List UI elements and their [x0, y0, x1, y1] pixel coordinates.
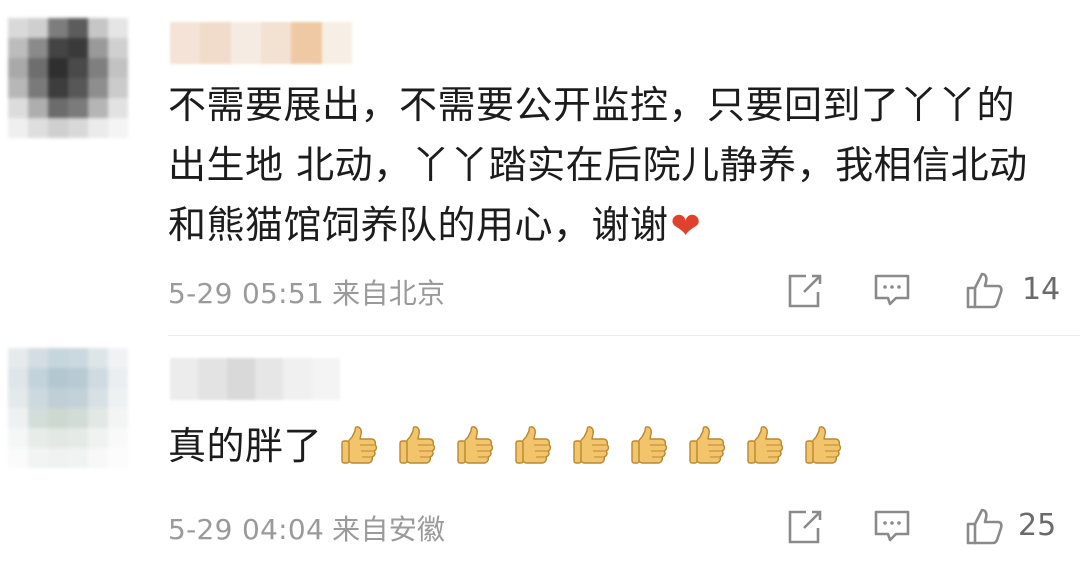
comment-body: 真的胖了 [168, 424, 323, 468]
comment-location: 来自北京 [332, 277, 446, 310]
comment-icon [874, 274, 910, 306]
like-button[interactable] [962, 268, 1006, 312]
thumbs-up-emoji-icon [744, 423, 786, 467]
thumbs-up-emoji-icon [396, 423, 438, 467]
like-count: 25 [1018, 508, 1057, 543]
share-button[interactable] [782, 504, 826, 548]
comment-text: 不需要展出，不需要公开监控，只要回到了丫丫的出生地 北动，丫丫踏实在后院儿静养，… [168, 75, 1048, 257]
thumbs-up-emoji-icon [802, 423, 844, 467]
comment-location: 来自安徽 [332, 513, 446, 546]
thumbs-up-emoji-icon [570, 423, 612, 467]
thumbs-up-emoji-icon [454, 423, 496, 467]
share-icon [788, 510, 822, 544]
username[interactable] [170, 22, 352, 64]
heart-emoji-icon: ❤ [670, 206, 702, 247]
avatar[interactable] [8, 18, 128, 138]
comment-item: 不需要展出，不需要公开监控，只要回到了丫丫的出生地 北动，丫丫踏实在后院儿静养，… [0, 0, 1080, 330]
thumbs-up-emoji-icon [686, 423, 728, 467]
reply-button[interactable] [870, 504, 914, 548]
comment-date: 5-29 05:51 [168, 277, 325, 310]
comment-item: 真的胖了 5-29 04:04 来自安徽 25 [0, 340, 1080, 576]
like-button[interactable] [962, 504, 1006, 548]
username[interactable] [170, 358, 340, 400]
comment-body: 不需要展出，不需要公开监控，只要回到了丫丫的出生地 北动，丫丫踏实在后院儿静养，… [168, 83, 1028, 247]
comment-meta: 5-29 05:51 来自北京 [168, 272, 445, 312]
thumbs-emoji-row [322, 424, 844, 468]
thumbs-up-emoji-icon [628, 423, 670, 467]
comment-text: 真的胖了 [168, 416, 1048, 476]
share-button[interactable] [782, 268, 826, 312]
comment-date: 5-29 04:04 [168, 513, 325, 546]
avatar[interactable] [8, 348, 128, 468]
share-icon [788, 274, 822, 308]
reply-button[interactable] [870, 268, 914, 312]
thumbs-up-emoji-icon [338, 423, 380, 467]
comment-icon [874, 510, 910, 542]
comment-meta: 5-29 04:04 来自安徽 [168, 508, 445, 548]
divider [168, 335, 1080, 336]
thumbs-up-icon [966, 508, 1003, 545]
thumbs-up-emoji-icon [512, 423, 554, 467]
like-count: 14 [1022, 272, 1061, 307]
thumbs-up-icon [966, 272, 1003, 309]
